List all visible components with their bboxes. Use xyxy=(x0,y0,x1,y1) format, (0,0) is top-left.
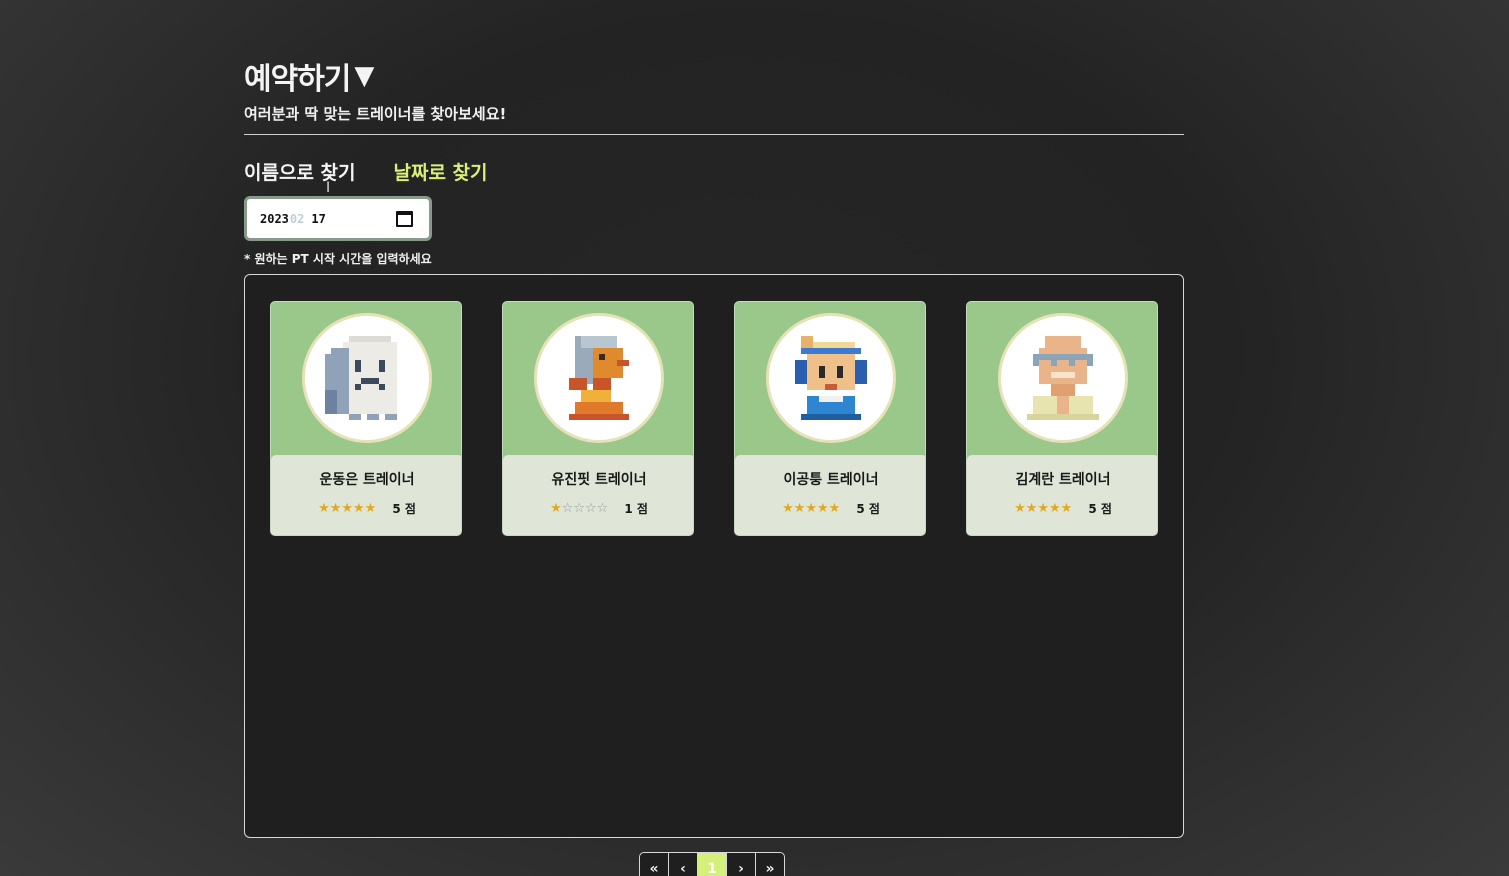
trainer-avatar xyxy=(766,313,896,443)
trainer-name: 운동은 트레이너 xyxy=(319,472,415,488)
tab-search-by-name[interactable]: 이름으로 찾기 xyxy=(244,158,356,185)
trainer-avatar xyxy=(998,313,1128,443)
trainer-score: 5 점 xyxy=(392,502,416,516)
glasses-avatar-icon xyxy=(1027,336,1099,420)
page-title-text: 예약하기 xyxy=(244,62,351,97)
trainer-card[interactable]: 이공퉁 트레이너 ★★★★★ 5 점 xyxy=(734,301,926,536)
pagination: « ‹ 1 › » xyxy=(639,852,785,876)
trainer-card[interactable]: 김계란 트레이너 ★★★★★ 5 점 xyxy=(966,301,1158,536)
headset-avatar-icon xyxy=(795,336,867,420)
ponytail-avatar-icon xyxy=(569,336,629,420)
star-icon: ★★★★★ xyxy=(782,501,841,516)
trainer-info: 유진핏 트레이너 ★☆☆☆☆ 1 점 xyxy=(503,455,693,535)
trainer-avatar xyxy=(302,313,432,443)
trainer-info: 김계란 트레이너 ★★★★★ 5 점 xyxy=(967,455,1157,535)
prev-page-button[interactable]: ‹ xyxy=(668,852,698,876)
next-page-button[interactable]: › xyxy=(726,852,756,876)
trainer-rating: ★★★★★ 5 점 xyxy=(735,500,925,517)
trainer-list-panel: 운동은 트레이너 ★★★★★ 5 점 유진핏 트레이너 ★☆☆☆☆ 1 점 이공… xyxy=(244,274,1184,838)
first-page-button[interactable]: « xyxy=(639,852,669,876)
text-cursor-icon: I xyxy=(326,180,331,196)
trainer-rating: ★★★★★ 5 점 xyxy=(967,500,1157,517)
time-hint: * 원하는 PT 시작 시간을 입력하세요 xyxy=(244,252,432,266)
search-tabs: 이름으로 찾기 날짜로 찾기 xyxy=(244,158,488,185)
star-icon: ★☆☆☆☆ xyxy=(550,501,609,516)
tab-search-by-date[interactable]: 날짜로 찾기 xyxy=(394,158,488,185)
last-page-button[interactable]: » xyxy=(755,852,785,876)
page-subtitle: 여러분과 딱 맞는 트레이너를 찾아보세요! xyxy=(244,105,507,123)
divider xyxy=(244,134,1184,135)
triangle-down-icon: ▼ xyxy=(354,61,374,91)
ghost-avatar-icon xyxy=(325,336,397,420)
page-button-current[interactable]: 1 xyxy=(697,852,727,876)
calendar-icon[interactable] xyxy=(396,211,413,227)
star-icon: ★★★★★ xyxy=(1014,501,1073,516)
trainer-avatar xyxy=(534,313,664,443)
trainer-name: 유진핏 트레이너 xyxy=(551,472,647,488)
trainer-name: 김계란 트레이너 xyxy=(1015,472,1111,488)
trainer-rating: ★★★★★ 5 점 xyxy=(271,500,461,517)
trainer-card[interactable]: 유진핏 트레이너 ★☆☆☆☆ 1 점 xyxy=(502,301,694,536)
trainer-rating: ★☆☆☆☆ 1 점 xyxy=(503,500,693,517)
trainer-score: 5 점 xyxy=(856,502,880,516)
trainer-score: 5 점 xyxy=(1088,502,1112,516)
page-title[interactable]: 예약하기 ▼ xyxy=(244,54,374,98)
trainer-score: 1 점 xyxy=(624,502,648,516)
date-year: 2023 xyxy=(260,211,289,226)
date-input[interactable]: 2023 02 17 xyxy=(244,196,432,241)
trainer-info: 운동은 트레이너 ★★★★★ 5 점 xyxy=(271,455,461,535)
trainer-card[interactable]: 운동은 트레이너 ★★★★★ 5 점 xyxy=(270,301,462,536)
trainer-info: 이공퉁 트레이너 ★★★★★ 5 점 xyxy=(735,455,925,535)
date-day: 17 xyxy=(311,211,326,226)
trainer-name: 이공퉁 트레이너 xyxy=(783,472,879,488)
star-icon: ★★★★★ xyxy=(318,501,377,516)
date-month: 02 xyxy=(289,211,305,226)
